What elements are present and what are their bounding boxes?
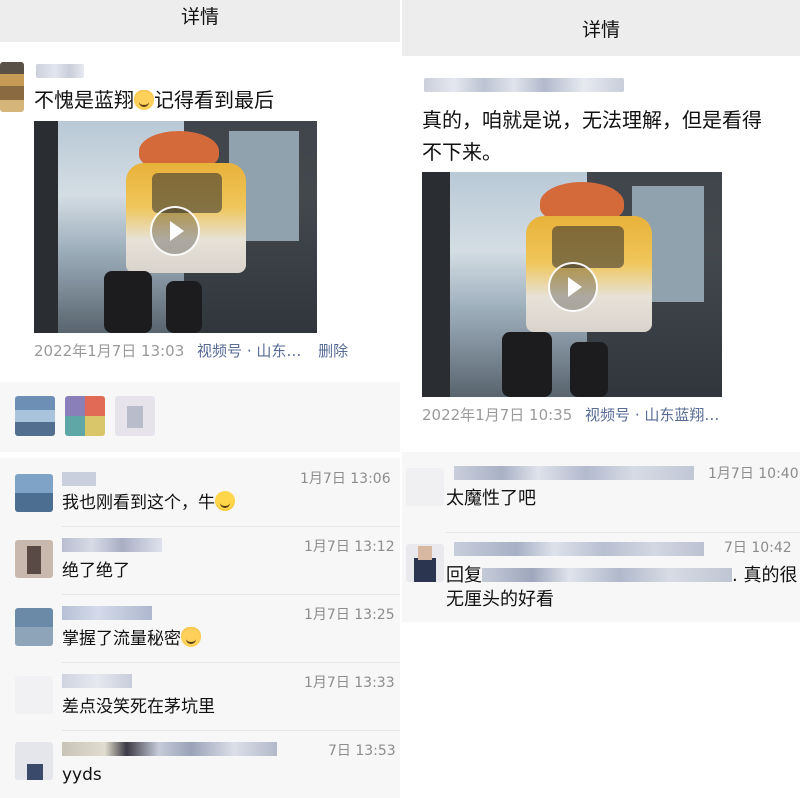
comment-text: 绝了绝了 [62, 561, 130, 581]
avatar[interactable] [15, 540, 53, 578]
post-text: 真的，咱就是说，无法理解，但是看得 不下来。 [422, 104, 762, 168]
reply-prefix: 回复 [446, 565, 482, 586]
avatar[interactable] [15, 608, 53, 646]
comment-text: 我也刚看到这个，牛 [62, 491, 235, 515]
channel-link[interactable]: 视频号 · 山东蓝翔… [585, 406, 719, 424]
avatar[interactable] [0, 62, 24, 112]
post-meta: 2022年1月7日 10:35 视频号 · 山东蓝翔… [422, 404, 719, 425]
post-text: 不愧是蓝翔 记得看到最后 [34, 84, 274, 116]
delete-button[interactable]: 删除 [318, 342, 348, 360]
comment-time: 1月7日 13:06 [300, 471, 391, 487]
avatar[interactable] [15, 742, 53, 780]
cat-emoji-icon [134, 90, 154, 110]
post-text-line2: 不下来。 [422, 140, 502, 164]
post-text-line1: 真的，咱就是说，无法理解，但是看得 [422, 108, 762, 132]
comment-text-line2: 无厘头的好看 [446, 589, 554, 610]
post-date: 2022年1月7日 10:35 [422, 406, 573, 424]
comment-text: 太魔性了吧 [446, 488, 536, 509]
post-meta: 2022年1月7日 13:03 视频号 · 山东… 删除 [34, 340, 348, 361]
avatar[interactable] [406, 544, 444, 582]
like-avatar[interactable] [65, 396, 105, 436]
play-icon[interactable] [548, 262, 598, 312]
comment-time: 1月7日 13:12 [304, 539, 395, 555]
commenter-name-blurred[interactable] [62, 606, 152, 620]
post-text-part1: 不愧是蓝翔 [34, 88, 134, 112]
commenter-name-blurred[interactable] [454, 542, 704, 556]
comment-text-tail: . 真的很 [732, 565, 798, 586]
commenter-name-blurred[interactable] [454, 466, 694, 480]
avatar[interactable] [15, 474, 53, 512]
right-moment-detail: 详情 真的，咱就是说，无法理解，但是看得 不下来。 2022年1月7日 10:3… [402, 0, 800, 798]
avatar[interactable] [15, 676, 53, 714]
comment-time: 1月7日 10:40 [708, 466, 799, 482]
grin-emoji-icon [215, 491, 235, 511]
author-name-blurred[interactable] [36, 64, 84, 78]
video-thumbnail[interactable] [422, 172, 722, 397]
comment-time: 7日 10:42 [724, 540, 792, 556]
play-icon[interactable] [150, 206, 200, 256]
comment-time: 1月7日 13:25 [304, 607, 395, 623]
comments-section: 1月7日 10:40 太魔性了吧 7日 10:42 回复 . 真的很 无厘头的好看 [402, 452, 800, 622]
comment-text: 回复 . 真的很 无厘头的好看 [446, 564, 797, 612]
avatar[interactable] [406, 468, 444, 506]
post-date: 2022年1月7日 13:03 [34, 342, 185, 360]
comments-section: 1月7日 13:06 我也刚看到这个，牛 1月7日 13:12 绝了绝了 1月7… [0, 458, 400, 798]
page-title: 详情 [402, 0, 800, 56]
comment-text: yyds [62, 765, 102, 785]
left-moment-detail: 详情 不愧是蓝翔 记得看到最后 2022年1月7日 13:03 视频号 · 山东…… [0, 0, 400, 798]
author-name-blurred[interactable] [424, 78, 624, 92]
comment-time: 1月7日 13:33 [304, 675, 395, 691]
comment-text-body: 掌握了流量秘密 [62, 629, 181, 649]
like-avatar[interactable] [115, 396, 155, 436]
comment-time: 7日 13:53 [328, 743, 396, 759]
reply-target-blurred[interactable] [482, 568, 732, 582]
commenter-name-blurred[interactable] [62, 674, 132, 688]
commenter-name-blurred[interactable] [62, 472, 96, 486]
comment-text: 掌握了流量秘密 [62, 627, 201, 651]
channel-link[interactable]: 视频号 · 山东… [197, 342, 301, 360]
post-text-part2: 记得看到最后 [154, 88, 274, 112]
like-avatar[interactable] [15, 396, 55, 436]
commenter-name-blurred[interactable] [62, 538, 162, 552]
cat-emoji-icon [181, 627, 201, 647]
commenter-name-blurred[interactable] [62, 742, 277, 756]
page-title: 详情 [0, 0, 400, 42]
comment-text: 差点没笑死在茅坑里 [62, 697, 215, 717]
likes-section [0, 382, 400, 452]
comment-text-body: 我也刚看到这个，牛 [62, 493, 215, 513]
video-thumbnail[interactable] [34, 121, 317, 333]
